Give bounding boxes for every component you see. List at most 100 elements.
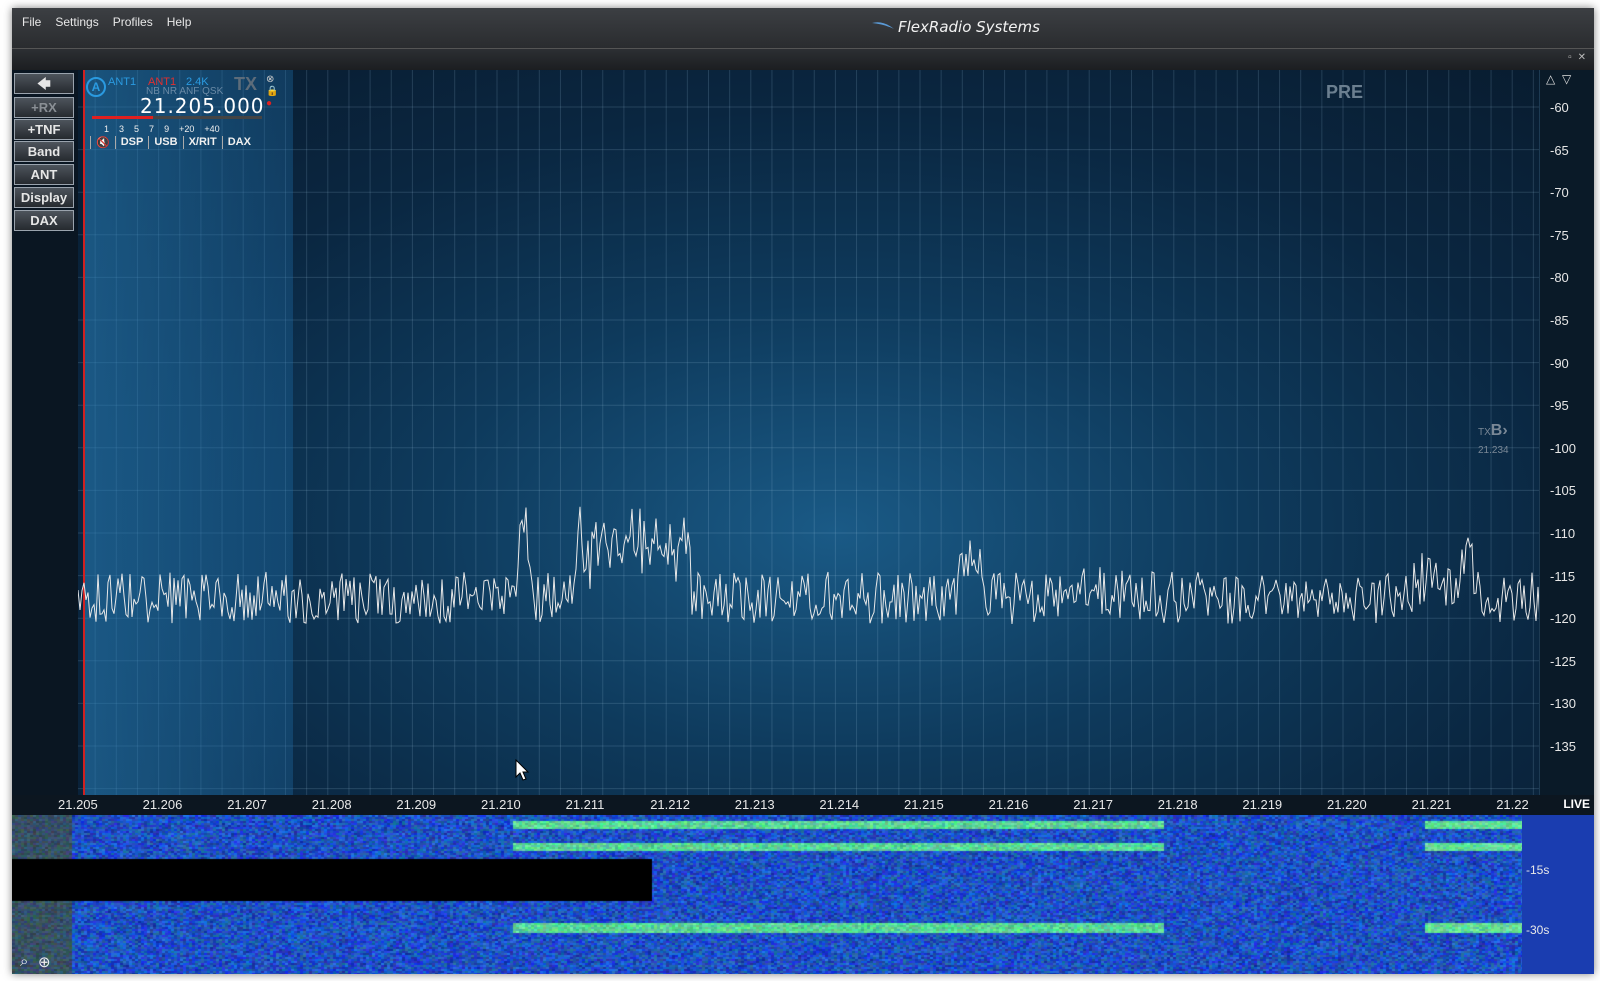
dax-button[interactable]: DAX — [14, 210, 74, 231]
left-control-strip: 🡄 +RX +TNF Band ANT Display DAX — [12, 70, 78, 814]
dsp-button[interactable]: DSP — [114, 136, 149, 149]
s-scale-tick: +40 — [204, 124, 220, 134]
waterfall-canvas — [12, 815, 1522, 974]
frequency-tick-label: 21.214 — [819, 797, 860, 812]
dbm-tick-label: -125 — [1550, 653, 1577, 669]
live-indicator: LIVE — [1563, 797, 1590, 811]
txb-frequency: 21.234 — [1478, 445, 1509, 456]
dax-slice-button[interactable]: DAX — [221, 136, 256, 149]
panadapter[interactable]: 🡄 +RX +TNF Band ANT Display DAX A ANT1 A… — [12, 70, 1594, 814]
scale-up-icon[interactable]: △ — [1546, 72, 1555, 86]
add-rx-button[interactable]: +RX — [14, 97, 74, 118]
frequency-tick-label: 21.209 — [396, 797, 437, 812]
frequency-tick-label: 21.217 — [1073, 797, 1113, 812]
frequency-tick-label: 21.205 — [58, 797, 98, 812]
dbm-scale[interactable]: △ ▽ -60 -65 -70 -75 -80 -85 -90 -95 -100 -105 -110… — [1539, 70, 1594, 814]
txb-letter: B — [1490, 422, 1503, 439]
display-button[interactable]: Display — [14, 187, 74, 208]
app-window: File Settings Profiles Help FlexRadio Sy… — [12, 8, 1594, 974]
dbm-tick-label: -60 — [1550, 100, 1569, 115]
dbm-tick-label: -120 — [1550, 611, 1577, 627]
dbm-tick-label: -70 — [1550, 185, 1569, 201]
menu-settings[interactable]: Settings — [55, 15, 98, 29]
frequency-tick-label: 21.211 — [565, 797, 605, 812]
dbm-tick-label: -115 — [1550, 568, 1576, 584]
frequency-tick-label: 21.213 — [734, 797, 775, 812]
dbm-tick-label: -85 — [1550, 313, 1569, 328]
menu-profiles[interactable]: Profiles — [113, 15, 153, 29]
add-tnf-button[interactable]: +TNF — [14, 119, 74, 140]
mode-button[interactable]: USB — [148, 136, 182, 149]
s-scale-tick: +20 — [179, 124, 195, 134]
app-title-text: FlexRadio Systems — [898, 18, 1040, 36]
slice-frequency[interactable]: 21.205.000 — [140, 94, 265, 118]
frequency-tick-label: 21.208 — [311, 797, 352, 812]
dbm-tick-label: -130 — [1550, 696, 1577, 712]
s-meter-scale: 1 3 5 7 9 +20 +40 — [104, 124, 220, 134]
flexradio-logo-icon — [872, 22, 894, 29]
collapse-arrow-button[interactable]: 🡄 — [14, 73, 74, 94]
record-icon[interactable]: ● — [266, 98, 272, 109]
slice-letter-badge[interactable]: A — [86, 77, 106, 97]
waterfall-time-label: -30s — [1526, 923, 1550, 937]
s-scale-tick: 1 — [104, 124, 110, 134]
s-scale-tick: 5 — [134, 124, 140, 134]
mute-button[interactable]: 🔇 — [90, 136, 115, 149]
speaker-mute-icon: 🔇 — [96, 137, 110, 149]
dbm-tick-label: -105 — [1550, 483, 1577, 499]
menu-help[interactable]: Help — [167, 15, 192, 29]
frequency-axis[interactable]: 21.205 21.206 21.207 21.208 21.209 21.210 21.2… — [12, 795, 1594, 815]
chevron-right-icon: › — [1502, 422, 1508, 439]
slice-flag[interactable]: A ANT1 ANT1 2.4K TX NB NR ANF QSK 21.205… — [84, 74, 278, 152]
waterfall-time-label: -15s — [1526, 863, 1550, 877]
mouse-cursor-icon — [515, 759, 530, 781]
s-scale-tick: 7 — [149, 124, 155, 134]
s-scale-tick: 3 — [119, 124, 125, 134]
scale-down-icon[interactable]: ▽ — [1562, 72, 1571, 86]
slice-b-offscreen-indicator[interactable]: TXB› 21.234 — [1478, 422, 1509, 458]
frequency-tick-label: 21.216 — [988, 797, 1029, 812]
xrit-button[interactable]: X/RIT — [182, 136, 222, 149]
panadapter-window-controls: ▫ ✕ — [1568, 52, 1586, 63]
frequency-tick-label: 21.212 — [650, 797, 690, 812]
frequency-tick-label: 21.215 — [904, 797, 944, 812]
waterfall[interactable]: -15s -30s ⌕ ⊕ — [12, 815, 1594, 974]
lock-icon[interactable]: 🔒 — [266, 86, 278, 97]
txb-tx-label: TX — [1478, 427, 1491, 438]
dbm-tick-label: -65 — [1550, 142, 1569, 158]
dbm-tick-label: -80 — [1550, 270, 1569, 286]
frequency-tick-label: 21.22 — [1496, 797, 1529, 812]
frequency-tick-label: 21.219 — [1242, 797, 1283, 812]
s-meter-bar — [92, 116, 262, 119]
title-bar: File Settings Profiles Help FlexRadio Sy… — [12, 8, 1594, 48]
frequency-tick-label: 21.221 — [1411, 797, 1452, 812]
rx-antenna-select[interactable]: ANT1 — [108, 76, 136, 88]
zoom-out-icon[interactable]: ⌕ — [20, 953, 28, 970]
app-title: FlexRadio Systems — [872, 18, 1040, 36]
dbm-tick-label: -75 — [1550, 227, 1569, 243]
dbm-tick-label: -100 — [1550, 440, 1577, 456]
spectrum-trace — [12, 506, 1540, 626]
arrow-left-icon: 🡄 — [37, 76, 51, 91]
slice-close-icon[interactable]: ⊗ — [266, 74, 274, 85]
preamp-indicator[interactable]: PRE — [1326, 82, 1363, 103]
close-icon[interactable]: ✕ — [1578, 52, 1586, 63]
s-scale-tick: 9 — [164, 124, 170, 134]
menu-bar: File Settings Profiles Help — [22, 15, 191, 29]
frequency-tick-label: 21.220 — [1327, 797, 1367, 812]
frequency-tick-label: 21.207 — [227, 797, 267, 812]
frequency-tick-label: 21.210 — [481, 797, 521, 812]
s-meter-fill — [92, 116, 154, 119]
dbm-tick-label: -95 — [1550, 398, 1569, 414]
panadapter-header-bar: ▫ ✕ — [12, 48, 1594, 71]
menu-file[interactable]: File — [22, 15, 41, 29]
dbm-tick-label: -135 — [1550, 739, 1577, 754]
restore-icon[interactable]: ▫ — [1568, 52, 1572, 63]
ant-button[interactable]: ANT — [14, 164, 74, 185]
frequency-tick-label: 21.218 — [1157, 797, 1198, 812]
frequency-tick-label: 21.206 — [142, 797, 183, 812]
slice-button-row: 🔇 DSP USB X/RIT DAX — [90, 136, 256, 149]
band-button[interactable]: Band — [14, 141, 74, 162]
tx-indicator[interactable]: TX — [234, 74, 257, 95]
zoom-in-icon[interactable]: ⊕ — [38, 953, 51, 971]
